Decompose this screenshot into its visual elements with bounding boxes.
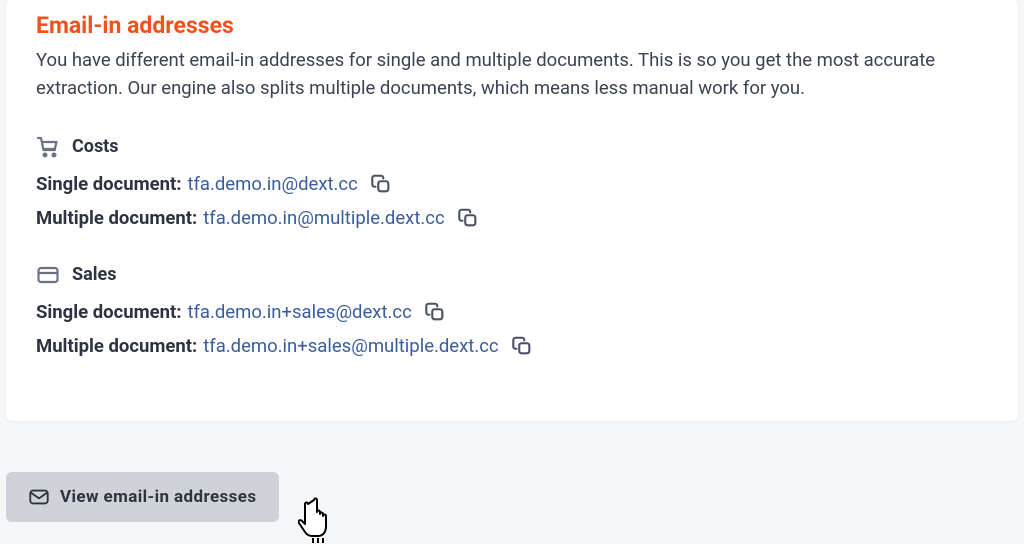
copy-icon[interactable] <box>511 335 533 357</box>
email-in-panel: Email-in addresses You have different em… <box>6 0 1018 421</box>
costs-multiple-email[interactable]: tfa.demo.in@multiple.dext.cc <box>203 207 444 229</box>
costs-single-label: Single document: <box>36 173 181 195</box>
section-title-costs: Costs <box>72 136 119 157</box>
sales-single-row: Single document: tfa.demo.in+sales@dext.… <box>36 301 988 323</box>
costs-single-email[interactable]: tfa.demo.in@dext.cc <box>187 173 357 195</box>
section-sales: Sales Single document: tfa.demo.in+sales… <box>36 263 988 357</box>
costs-multiple-label: Multiple document: <box>36 207 197 229</box>
card-icon <box>36 263 60 287</box>
section-header-sales: Sales <box>36 263 988 287</box>
sales-single-label: Single document: <box>36 301 181 323</box>
section-header-costs: Costs <box>36 135 988 159</box>
envelope-icon <box>28 486 50 508</box>
sales-multiple-row: Multiple document: tfa.demo.in+sales@mul… <box>36 335 988 357</box>
sales-multiple-email[interactable]: tfa.demo.in+sales@multiple.dext.cc <box>203 335 498 357</box>
sales-multiple-label: Multiple document: <box>36 335 197 357</box>
panel-description: You have different email-in addresses fo… <box>36 47 988 103</box>
section-costs: Costs Single document: tfa.demo.in@dext.… <box>36 135 988 229</box>
cursor-pointer-icon <box>298 494 342 544</box>
costs-multiple-row: Multiple document: tfa.demo.in@multiple.… <box>36 207 988 229</box>
view-email-in-addresses-button[interactable]: View email-in addresses <box>6 472 279 522</box>
copy-icon[interactable] <box>370 173 392 195</box>
cart-icon <box>36 135 60 159</box>
copy-icon[interactable] <box>424 301 446 323</box>
panel-title: Email-in addresses <box>36 12 988 39</box>
copy-icon[interactable] <box>457 207 479 229</box>
sales-single-email[interactable]: tfa.demo.in+sales@dext.cc <box>187 301 411 323</box>
costs-single-row: Single document: tfa.demo.in@dext.cc <box>36 173 988 195</box>
section-title-sales: Sales <box>72 264 116 285</box>
view-button-label: View email-in addresses <box>60 487 257 507</box>
